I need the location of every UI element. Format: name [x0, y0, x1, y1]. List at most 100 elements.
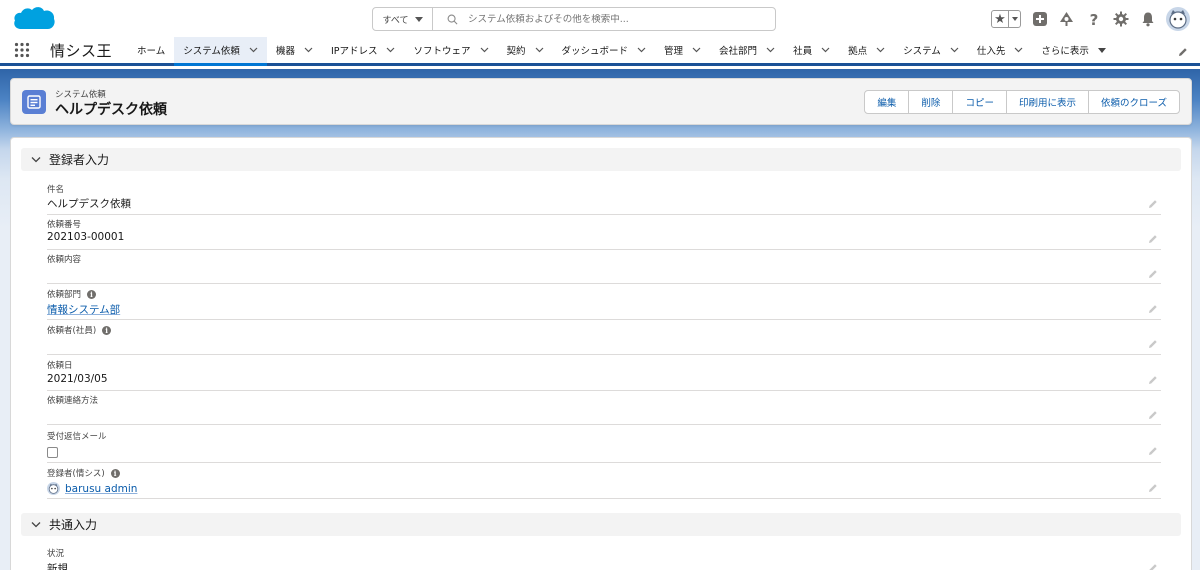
chevron-down-icon[interactable] — [249, 47, 258, 53]
edit-pencil-icon[interactable] — [1148, 304, 1158, 314]
app-launcher-waffle-icon[interactable] — [0, 37, 44, 63]
field-contact-method: 依頼連絡方法 — [47, 391, 1161, 425]
nav-tab-label: 機器 — [275, 46, 295, 57]
record-header: システム依頼 ヘルプデスク依頼 編集 削除 コピー 印刷用に表示 依頼のクローズ — [10, 78, 1192, 125]
chevron-down-icon[interactable] — [950, 47, 959, 53]
section-header-registrant[interactable]: 登録者入力 — [21, 148, 1181, 171]
nav-tab-4[interactable]: ソフトウェア — [404, 37, 497, 63]
close-request-button[interactable]: 依頼のクローズ — [1087, 90, 1180, 114]
reply-mail-checkbox[interactable] — [47, 447, 58, 458]
field-label: 依頼日 — [47, 359, 73, 371]
section-header-common[interactable]: 共通入力 — [21, 513, 1181, 536]
notification-bell-icon[interactable] — [1139, 11, 1156, 28]
chevron-down-icon[interactable] — [535, 47, 544, 53]
nav-tab-5[interactable]: 契約 — [498, 37, 553, 63]
nav-tab-7[interactable]: 管理 — [655, 37, 710, 63]
section-title: 登録者入力 — [49, 153, 110, 167]
nav-tab-label: ソフトウェア — [413, 46, 471, 57]
copy-button[interactable]: コピー — [952, 90, 1007, 114]
user-avatar[interactable] — [1166, 7, 1190, 31]
nav-more-dropdown[interactable]: さらに表示 — [1032, 37, 1115, 63]
field-label-text: 依頼日 — [47, 361, 73, 371]
nav-tab-label: ホーム — [137, 46, 166, 57]
chevron-down-icon[interactable] — [766, 47, 775, 53]
field-label-text: 受付返信メール — [47, 432, 107, 442]
chevron-down-icon — [31, 522, 41, 528]
edit-pencil-icon[interactable] — [1148, 483, 1158, 493]
field-requester: 依頼者(社員) i — [47, 320, 1161, 355]
record-action-buttons: 編集 削除 コピー 印刷用に表示 依頼のクローズ — [864, 90, 1180, 114]
help-icon[interactable]: ? — [1085, 11, 1102, 28]
field-label: 受付返信メール — [47, 430, 107, 442]
record-title: ヘルプデスク依頼 — [55, 102, 167, 118]
field-registered-by: 登録者(情シス) i barusu admin — [47, 463, 1161, 499]
nav-tab-1[interactable]: システム依頼 — [174, 37, 267, 66]
edit-pencil-icon[interactable] — [1148, 410, 1158, 420]
edit-nav-pencil-icon[interactable] — [1178, 47, 1188, 57]
nav-tab-6[interactable]: ダッシュボード — [553, 37, 656, 63]
chevron-down-icon[interactable] — [637, 47, 646, 53]
edit-pencil-icon[interactable] — [1148, 269, 1158, 279]
nav-tab-label: ダッシュボード — [561, 46, 629, 57]
nav-tab-12[interactable]: 仕入先 — [968, 37, 1033, 63]
search-scope-label: すべて — [382, 15, 409, 26]
chevron-down-icon[interactable] — [821, 47, 830, 53]
field-reply-mail: 受付返信メール — [47, 425, 1161, 463]
field-request-date: 依頼日 2021/03/05 — [47, 355, 1161, 391]
field-label: 状況 — [47, 547, 64, 559]
user-link[interactable]: barusu admin — [65, 483, 137, 495]
field-value: 新規 — [47, 563, 68, 570]
delete-button[interactable]: 削除 — [908, 90, 954, 114]
add-icon[interactable] — [1031, 11, 1048, 28]
chevron-down-icon[interactable] — [386, 47, 395, 53]
edit-pencil-icon[interactable] — [1148, 375, 1158, 385]
edit-pencil-icon[interactable] — [1148, 339, 1158, 349]
app-navigation-bar: 情シス王 ホーム システム依頼 機器 IPアドレス ソフトウェア 契約 ダッシュボード 管理 会… — [0, 37, 1200, 66]
field-value: 2021/03/05 — [47, 373, 108, 385]
settings-gear-icon[interactable] — [1112, 11, 1129, 28]
edit-button[interactable]: 編集 — [864, 90, 910, 114]
printable-view-button[interactable]: 印刷用に表示 — [1005, 90, 1089, 114]
nav-tab-10[interactable]: 拠点 — [839, 37, 894, 63]
edit-pencil-icon[interactable] — [1148, 234, 1158, 244]
nav-tab-2[interactable]: 機器 — [267, 37, 322, 63]
nav-tab-8[interactable]: 会社部門 — [710, 37, 784, 63]
chevron-down-icon[interactable] — [480, 47, 489, 53]
caret-down-icon — [414, 16, 423, 22]
nav-tab-11[interactable]: システム — [894, 37, 968, 63]
nav-tab-label: システム — [903, 46, 941, 57]
nav-items: ホーム システム依頼 機器 IPアドレス ソフトウェア 契約 ダッシュボード 管理 会社部門 社員… — [128, 37, 1033, 66]
chevron-down-icon[interactable] — [304, 47, 313, 53]
info-icon[interactable]: i — [110, 468, 120, 478]
salesforce-cloud-logo[interactable] — [12, 5, 56, 35]
field-label: 依頼内容 — [47, 253, 81, 265]
favorites-star-icon[interactable]: ★ — [992, 11, 1009, 27]
section-title: 共通入力 — [49, 518, 98, 532]
search-scope-dropdown[interactable]: すべて — [373, 8, 433, 30]
nav-tab-label: 社員 — [793, 46, 813, 57]
chevron-down-icon[interactable] — [1014, 47, 1023, 53]
edit-pencil-icon[interactable] — [1148, 446, 1158, 456]
chevron-down-icon[interactable] — [876, 47, 885, 53]
chevron-down-icon[interactable] — [692, 47, 701, 53]
nav-tab-9[interactable]: 社員 — [784, 37, 839, 63]
nav-tab-label: IPアドレス — [330, 46, 378, 57]
edit-pencil-icon[interactable] — [1148, 563, 1158, 570]
caret-down-icon — [1097, 47, 1106, 53]
edit-pencil-icon[interactable] — [1148, 199, 1158, 209]
trailhead-icon[interactable] — [1058, 11, 1075, 28]
search-input[interactable] — [468, 13, 768, 25]
field-label-text: 依頼連絡方法 — [47, 396, 99, 406]
global-search: すべて — [372, 7, 776, 31]
global-header: すべて ★ ? — [0, 0, 1200, 37]
nav-tab-3[interactable]: IPアドレス — [322, 37, 405, 63]
field-value-link[interactable]: 情報システム部 — [47, 302, 120, 317]
favorites-dropdown-button[interactable] — [1009, 11, 1020, 27]
app-name: 情シス王 — [50, 41, 113, 60]
nav-tab-label: 仕入先 — [976, 46, 1006, 57]
nav-tab-0[interactable]: ホーム — [128, 37, 174, 63]
info-icon[interactable]: i — [102, 325, 112, 335]
info-icon[interactable]: i — [87, 289, 97, 299]
record-type-icon — [22, 90, 46, 114]
record-detail-card: 登録者入力 件名 ヘルプデスク依頼 依頼番号 202103-00001 依頼内容… — [10, 137, 1192, 570]
